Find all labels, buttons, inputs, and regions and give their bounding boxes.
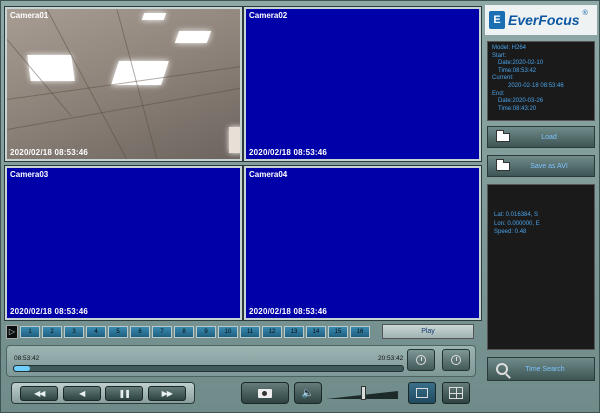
channel-button-3[interactable]: 3 <box>64 325 84 338</box>
start-time-button[interactable] <box>407 349 435 371</box>
channel-button-7[interactable]: 7 <box>152 325 172 338</box>
play-label: Play <box>421 328 435 335</box>
gps-lon: Lon: 0.000000, E <box>494 220 540 227</box>
camera-timestamp: 2020/02/18 08:53:46 <box>249 307 328 316</box>
time-search-label: Time Search <box>525 365 565 373</box>
clock-icon <box>416 355 426 365</box>
camera-04-view[interactable]: Camera04 2020/02/18 08:53:46 <box>243 165 482 321</box>
channel-selector-bar: ▷ 1 2 3 4 5 6 7 8 9 10 11 12 13 14 15 16 Play <box>6 323 482 340</box>
rewind-icon: ◀◀ <box>34 388 45 398</box>
channel-button-15[interactable]: 15 <box>328 325 348 338</box>
nvr-player-window: Camera01 2020/02/18 08:53:46 Camera02 20… <box>0 0 600 413</box>
camera-timestamp: 2020/02/18 08:53:46 <box>10 148 89 157</box>
end-date: Date:2020-03-26 <box>498 98 544 105</box>
camera-01-view[interactable]: Camera01 2020/02/18 08:53:46 <box>4 6 243 162</box>
load-button[interactable]: Load <box>487 126 595 148</box>
channel-button-8[interactable]: 8 <box>174 325 194 338</box>
camera-label: Camera03 <box>10 170 49 179</box>
start-date: Date:2020-02-10 <box>498 60 544 67</box>
camera-timestamp: 2020/02/18 08:53:46 <box>10 307 89 316</box>
timeline-end-time: 20:53:42 <box>378 355 404 362</box>
timeline-track[interactable] <box>13 365 404 372</box>
quad-grid-icon <box>449 387 463 399</box>
channel-button-2[interactable]: 2 <box>42 325 62 338</box>
pause-button[interactable]: ❚❚ <box>105 385 144 401</box>
camera-label: Camera01 <box>10 11 49 20</box>
channel-button-5[interactable]: 5 <box>108 325 128 338</box>
timeline-start-time: 08:53:42 <box>14 355 40 362</box>
channel-button-12[interactable]: 12 <box>262 325 282 338</box>
load-label: Load <box>541 133 557 141</box>
end-heading: End: <box>492 90 505 97</box>
gps-lat: Lat: 0.016384, S <box>494 212 539 218</box>
speaker-icon: 🔈 <box>301 387 315 399</box>
recording-info-panel: Model: H264 Start: Date:2020-02-10 Time:… <box>487 41 595 121</box>
channel-scroll-icon[interactable]: ▷ <box>6 324 18 339</box>
registered-mark: ® <box>582 10 588 17</box>
channel-button-9[interactable]: 9 <box>196 325 216 338</box>
camera-02-view[interactable]: Camera02 2020/02/18 08:53:46 <box>243 6 482 162</box>
start-time: Time:08:53:42 <box>498 67 537 74</box>
camera-01-video-frame <box>7 9 240 159</box>
channel-button-16[interactable]: 16 <box>350 325 370 338</box>
quad-view-button[interactable] <box>442 382 470 404</box>
volume-button[interactable]: 🔈 <box>294 382 322 404</box>
brand-logo: E EverFocus ® <box>485 5 597 35</box>
volume-slider-knob[interactable] <box>360 386 366 400</box>
gps-speed: Speed: 0.48 <box>494 229 527 235</box>
channel-button-11[interactable]: 11 <box>240 325 260 338</box>
camera-snapshot-icon <box>258 388 272 398</box>
snapshot-button[interactable] <box>241 382 289 404</box>
play-button[interactable]: Play <box>382 324 474 339</box>
volume-slider[interactable] <box>326 384 398 402</box>
clock-icon <box>451 355 461 365</box>
current-value: 2020-02-18 08:53:46 <box>508 82 564 89</box>
end-time: Time:08:43:20 <box>498 105 537 112</box>
fast-forward-icon: ▶▶ <box>161 388 173 398</box>
camera-timestamp: 2020/02/18 08:53:46 <box>249 148 328 157</box>
step-back-button[interactable]: ◀ <box>62 385 101 401</box>
search-clock-icon <box>496 363 508 375</box>
playback-timeline: 08:53:42 20:53:42 <box>6 345 476 377</box>
channel-button-10[interactable]: 10 <box>218 325 238 338</box>
channel-button-6[interactable]: 6 <box>130 325 150 338</box>
everfocus-logo-icon: E <box>489 11 505 29</box>
save-avi-label: Save as AVI <box>530 162 568 170</box>
camera-label: Camera02 <box>249 11 288 20</box>
channel-button-1[interactable]: 1 <box>20 325 40 338</box>
transport-controls: ◀◀ ◀ ❚❚ ▶▶ <box>11 382 195 404</box>
camera-label: Camera04 <box>249 170 288 179</box>
step-back-icon: ◀ <box>79 388 85 398</box>
channel-list: 1 2 3 4 5 6 7 8 9 10 11 12 13 14 15 16 <box>20 325 370 338</box>
pause-icon: ❚❚ <box>118 388 131 398</box>
gps-info-panel: Lat: 0.016384, S Lon: 0.000000, E Speed:… <box>487 184 595 350</box>
logo-text: EverFocus <box>508 12 580 28</box>
folder-open-icon <box>494 130 514 144</box>
single-view-button[interactable] <box>408 382 436 404</box>
save-as-avi-button[interactable]: Save as AVI <box>487 155 595 177</box>
time-search-button[interactable]: Time Search <box>487 357 595 381</box>
camera-03-view[interactable]: Camera03 2020/02/18 08:53:46 <box>4 165 243 321</box>
rewind-button[interactable]: ◀◀ <box>20 385 59 401</box>
start-heading: Start: <box>492 52 507 59</box>
channel-button-4[interactable]: 4 <box>86 325 106 338</box>
model-text: Model: H264 <box>492 45 527 51</box>
fast-forward-button[interactable]: ▶▶ <box>147 385 186 401</box>
single-view-icon <box>416 388 428 398</box>
channel-button-13[interactable]: 13 <box>284 325 304 338</box>
folder-save-icon <box>494 159 514 173</box>
end-time-button[interactable] <box>442 349 470 371</box>
current-heading: Current: <box>492 75 514 82</box>
timeline-progress <box>14 366 30 371</box>
channel-button-14[interactable]: 14 <box>306 325 326 338</box>
